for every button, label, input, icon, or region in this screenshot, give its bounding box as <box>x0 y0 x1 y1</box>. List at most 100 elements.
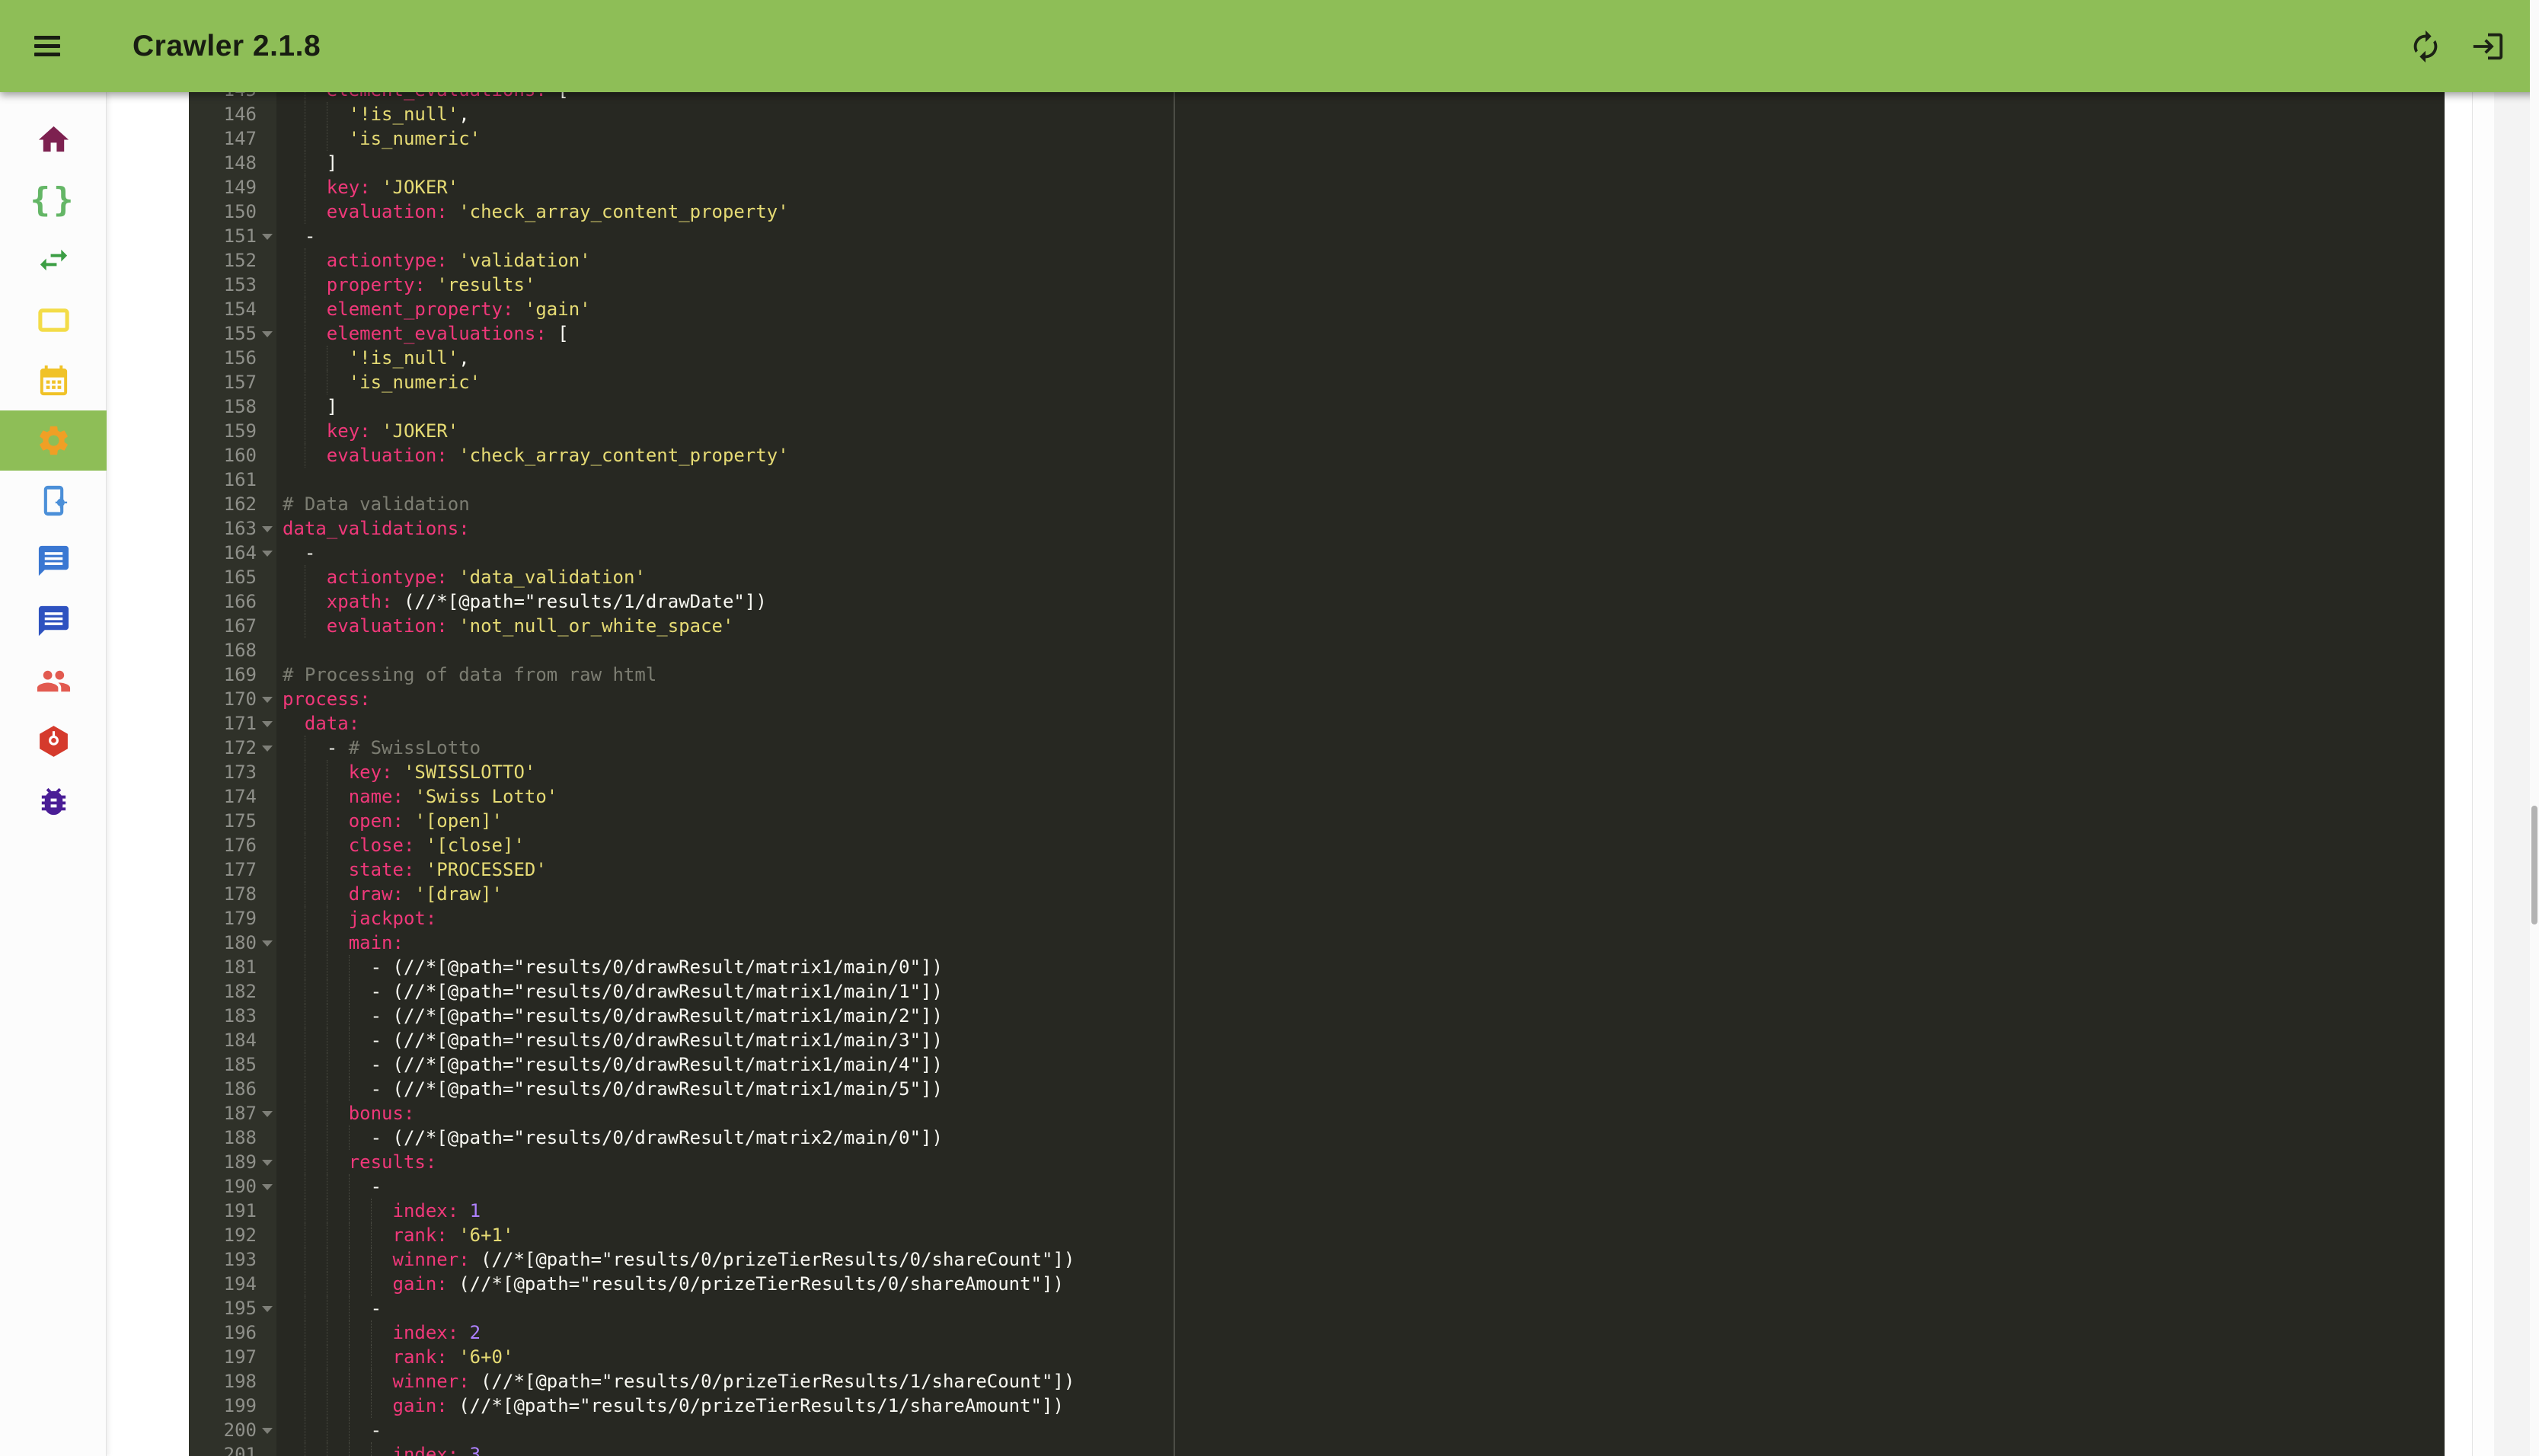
fold-arrow-icon[interactable] <box>262 940 273 947</box>
code-line[interactable]: xpath: (//*[@path="results/1/drawDate"]) <box>276 589 2445 614</box>
fold-arrow-icon[interactable] <box>262 551 273 557</box>
code-line[interactable]: key: 'JOKER' <box>276 419 2445 443</box>
gutter-line-number: 178 <box>189 882 276 906</box>
code-line[interactable]: data: <box>276 711 2445 736</box>
fold-arrow-icon[interactable] <box>262 331 273 337</box>
code-line[interactable]: - (//*[@path="results/0/drawResult/matri… <box>276 1004 2445 1028</box>
gutter-line-number: 183 <box>189 1004 276 1028</box>
code-line[interactable]: 'is_numeric' <box>276 126 2445 151</box>
gutter-line-number: 194 <box>189 1272 276 1296</box>
code-line[interactable]: - (//*[@path="results/0/drawResult/matri… <box>276 1126 2445 1150</box>
code-line[interactable]: state: 'PROCESSED' <box>276 857 2445 882</box>
fold-arrow-icon[interactable] <box>262 1111 273 1117</box>
code-line[interactable]: - <box>276 541 2445 565</box>
sidebar-item-transfers[interactable] <box>0 230 107 290</box>
code-line[interactable]: draw: '[draw]' <box>276 882 2445 906</box>
sidebar-item-users[interactable] <box>0 651 107 711</box>
fold-arrow-icon[interactable] <box>262 721 273 727</box>
code-line[interactable] <box>276 468 2445 492</box>
code-line[interactable]: - (//*[@path="results/0/drawResult/matri… <box>276 979 2445 1004</box>
sidebar-item-device-setup[interactable] <box>0 471 107 531</box>
code-line[interactable]: ] <box>276 394 2445 419</box>
sidebar-item-settings[interactable] <box>0 410 107 471</box>
code-line[interactable]: - (//*[@path="results/0/drawResult/matri… <box>276 1077 2445 1101</box>
sidebar-item-packages[interactable] <box>0 711 107 771</box>
yaml-code-editor[interactable]: 1451461471481491501511521531541551561571… <box>189 92 2445 1456</box>
fold-arrow-icon[interactable] <box>262 234 273 240</box>
code-line[interactable]: - (//*[@path="results/0/drawResult/matri… <box>276 1028 2445 1052</box>
code-line[interactable]: ] <box>276 151 2445 175</box>
code-line[interactable]: jackpot: <box>276 906 2445 931</box>
fold-arrow-icon[interactable] <box>262 1184 273 1190</box>
code-line[interactable]: index: 3 <box>276 1442 2445 1456</box>
gutter-line-number: 160 <box>189 443 276 468</box>
code-line[interactable]: - <box>276 224 2445 248</box>
package-icon <box>36 723 72 759</box>
menu-icon[interactable] <box>34 36 60 56</box>
fold-arrow-icon[interactable] <box>262 1160 273 1166</box>
code-line[interactable]: property: 'results' <box>276 273 2445 297</box>
code-line[interactable]: key: 'JOKER' <box>276 175 2445 200</box>
code-line[interactable]: 'is_numeric' <box>276 370 2445 394</box>
code-line[interactable]: main: <box>276 931 2445 955</box>
code-line[interactable]: process: <box>276 687 2445 711</box>
code-line[interactable]: element_evaluations: [ <box>276 92 2445 102</box>
gutter-line-number: 193 <box>189 1247 276 1272</box>
sidebar-item-json[interactable]: {} <box>0 170 107 230</box>
code-line[interactable]: - # SwissLotto <box>276 736 2445 760</box>
code-line[interactable]: rank: '6+0' <box>276 1345 2445 1369</box>
gutter-line-number: 175 <box>189 809 276 833</box>
code-line[interactable]: - (//*[@path="results/0/drawResult/matri… <box>276 955 2445 979</box>
code-line[interactable]: gain: (//*[@path="results/0/prizeTierRes… <box>276 1272 2445 1296</box>
code-line[interactable]: '!is_null', <box>276 346 2445 370</box>
code-line[interactable]: winner: (//*[@path="results/0/prizeTierR… <box>276 1369 2445 1394</box>
fold-arrow-icon[interactable] <box>262 526 273 532</box>
sidebar-item-calendar[interactable] <box>0 350 107 410</box>
code-line[interactable]: - (//*[@path="results/0/drawResult/matri… <box>276 1052 2445 1077</box>
tablet-gear-icon <box>36 483 72 519</box>
code-line[interactable]: element_property: 'gain' <box>276 297 2445 321</box>
editor-code-area[interactable]: element_evaluations: [ '!is_null', 'is_n… <box>276 92 2445 1456</box>
code-line[interactable]: data_validations: <box>276 516 2445 541</box>
fold-arrow-icon[interactable] <box>262 1306 273 1312</box>
gutter-line-number: 156 <box>189 346 276 370</box>
gutter-line-number: 167 <box>189 614 276 638</box>
code-line[interactable]: bonus: <box>276 1101 2445 1126</box>
code-line[interactable]: - <box>276 1174 2445 1199</box>
login-button[interactable] <box>2470 29 2505 64</box>
code-line[interactable]: gain: (//*[@path="results/0/prizeTierRes… <box>276 1394 2445 1418</box>
sidebar-item-home[interactable] <box>0 110 107 170</box>
code-line[interactable]: evaluation: 'check_array_content_propert… <box>276 443 2445 468</box>
code-line[interactable]: element_evaluations: [ <box>276 321 2445 346</box>
code-line[interactable]: evaluation: 'not_null_or_white_space' <box>276 614 2445 638</box>
code-line[interactable]: rank: '6+1' <box>276 1223 2445 1247</box>
app-bar: Crawler 2.1.8 <box>0 0 2539 92</box>
sidebar-item-debug[interactable] <box>0 771 107 832</box>
fold-arrow-icon[interactable] <box>262 746 273 752</box>
fold-arrow-icon[interactable] <box>262 1428 273 1434</box>
sidebar-item-messages-alt[interactable] <box>0 591 107 651</box>
code-line[interactable]: index: 1 <box>276 1199 2445 1223</box>
page-scrollbar[interactable] <box>2530 0 2539 1456</box>
sidebar-item-messages[interactable] <box>0 531 107 591</box>
code-line[interactable]: '!is_null', <box>276 102 2445 126</box>
code-line[interactable]: # Processing of data from raw html <box>276 663 2445 687</box>
code-line[interactable]: evaluation: 'check_array_content_propert… <box>276 200 2445 224</box>
code-line[interactable] <box>276 638 2445 663</box>
code-line[interactable]: actiontype: 'validation' <box>276 248 2445 273</box>
code-line[interactable]: # Data validation <box>276 492 2445 516</box>
code-line[interactable]: - <box>276 1418 2445 1442</box>
code-line[interactable]: key: 'SWISSLOTTO' <box>276 760 2445 784</box>
code-line[interactable]: actiontype: 'data_validation' <box>276 565 2445 589</box>
code-line[interactable]: index: 2 <box>276 1320 2445 1345</box>
sidebar-item-card[interactable] <box>0 290 107 350</box>
code-line[interactable]: winner: (//*[@path="results/0/prizeTierR… <box>276 1247 2445 1272</box>
page-scrollbar-thumb[interactable] <box>2531 806 2537 924</box>
code-line[interactable]: name: 'Swiss Lotto' <box>276 784 2445 809</box>
code-line[interactable]: results: <box>276 1150 2445 1174</box>
code-line[interactable]: open: '[open]' <box>276 809 2445 833</box>
refresh-button[interactable] <box>2408 29 2443 64</box>
fold-arrow-icon[interactable] <box>262 697 273 703</box>
code-line[interactable]: close: '[close]' <box>276 833 2445 857</box>
code-line[interactable]: - <box>276 1296 2445 1320</box>
